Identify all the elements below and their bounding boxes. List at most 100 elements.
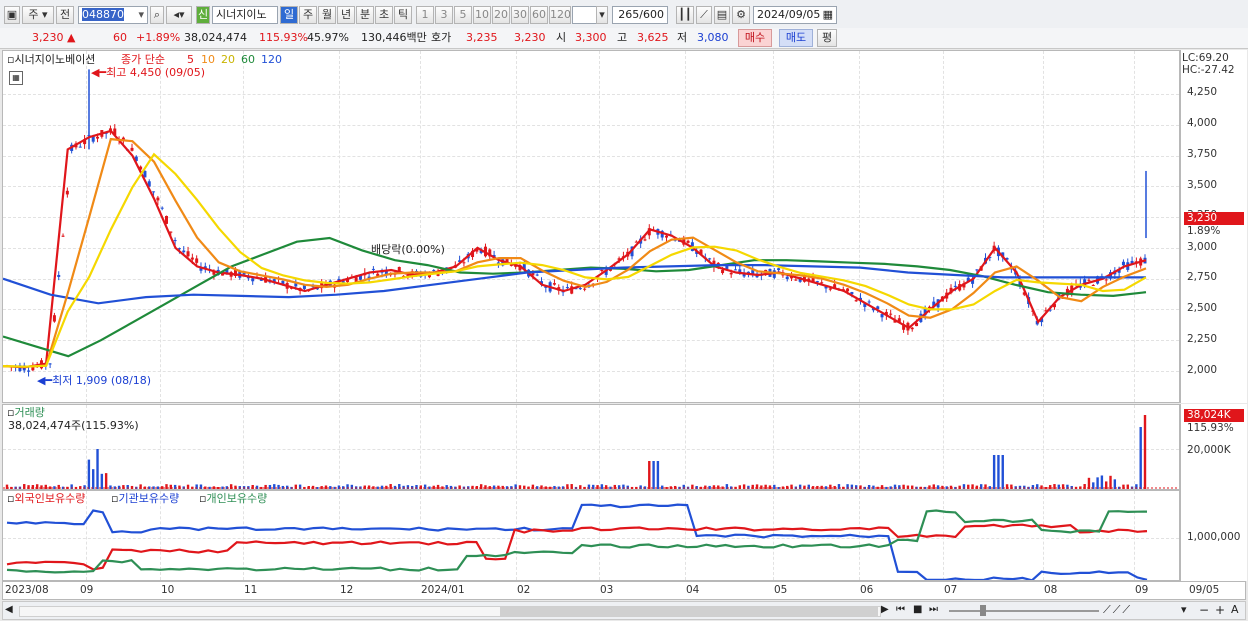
candle-body bbox=[432, 270, 436, 272]
settings-gear-icon[interactable]: ⚙ bbox=[732, 6, 750, 24]
xtick-05: 05 bbox=[774, 584, 788, 596]
ma-legend-10: 10 bbox=[201, 53, 215, 66]
volume-bar bbox=[449, 485, 453, 489]
open-price: 3,300 bbox=[575, 31, 607, 44]
xtick-09b: 09 bbox=[1135, 584, 1149, 596]
turnover-percent: 45.97% bbox=[307, 31, 349, 44]
volume-last-pct: 115.93% bbox=[1187, 422, 1234, 434]
candle-body bbox=[31, 367, 35, 371]
volume-bar bbox=[402, 485, 405, 489]
xtick-12: 12 bbox=[340, 584, 354, 596]
scroll-left-icon[interactable]: ◀ bbox=[5, 604, 13, 615]
minute-10[interactable]: 10 bbox=[473, 6, 491, 24]
sell-button[interactable]: 매도 bbox=[779, 29, 813, 47]
volume-bar bbox=[1001, 455, 1004, 489]
legend-individual: ▫개인보유수량 bbox=[199, 492, 268, 505]
period-second[interactable]: 초 bbox=[375, 6, 393, 24]
stock-code-value: 048870 bbox=[82, 8, 124, 21]
candle-body bbox=[820, 282, 824, 284]
ma-legend-60: 60 bbox=[241, 53, 255, 66]
volume-bar bbox=[96, 449, 99, 489]
ma-line-60 bbox=[3, 236, 1147, 358]
period-minute[interactable]: 분 bbox=[356, 6, 374, 24]
volume-last-tag: 38,024K bbox=[1184, 409, 1244, 422]
xtick-09: 09 bbox=[80, 584, 94, 596]
volume-bar bbox=[432, 485, 435, 489]
candle-body bbox=[889, 313, 893, 315]
zoom-out-icon[interactable]: ▾ bbox=[1181, 603, 1187, 616]
high-label: 고 bbox=[617, 31, 628, 44]
minute-20[interactable]: 20 bbox=[492, 6, 510, 24]
window-menu-icon[interactable]: ▣ bbox=[4, 6, 20, 24]
mode-button[interactable]: 전 bbox=[56, 6, 74, 24]
fast-forward-icon[interactable]: ⏭ bbox=[929, 604, 938, 615]
stop-icon[interactable]: ■ bbox=[913, 604, 922, 615]
evaluate-button[interactable]: 평 bbox=[817, 29, 837, 47]
bottom-controls: ◀ ▶ ⏮ ■ ⏭ ⟋⟋⟋ ▾ − + A bbox=[2, 601, 1246, 620]
volume-bar bbox=[1044, 486, 1048, 489]
scroll-right-icon[interactable]: ▶ bbox=[881, 604, 889, 615]
volume-bar bbox=[100, 473, 104, 489]
holdings-chart-area[interactable]: ▫외국인보유수량 ▫기관보유수량 ▫개인보유수량 bbox=[2, 490, 1180, 581]
period-year[interactable]: 년 bbox=[337, 6, 355, 24]
stock-name-field: 시너지이노 bbox=[212, 6, 278, 24]
candle-body bbox=[1087, 279, 1091, 281]
zoom-slider[interactable] bbox=[949, 610, 1099, 612]
period-week[interactable]: 주 bbox=[299, 6, 317, 24]
minute-3[interactable]: 3 bbox=[435, 6, 453, 24]
volume-chart-area[interactable]: ▫거래량 38,024,474주(115.93%) bbox=[2, 404, 1180, 490]
holdings-line-individual bbox=[6, 509, 1148, 574]
plus-icon[interactable]: + bbox=[1215, 603, 1225, 617]
volume-bar bbox=[1109, 475, 1112, 489]
period-month[interactable]: 월 bbox=[318, 6, 336, 24]
holdings-ytick: 1,000,000 bbox=[1187, 531, 1241, 543]
rewind-icon[interactable]: ⏮ bbox=[896, 604, 905, 615]
candle-body bbox=[61, 235, 65, 237]
sound-icon[interactable]: ◂▾ bbox=[166, 6, 192, 24]
chart-tools-icons[interactable]: ⟋⟋⟋ bbox=[1103, 603, 1132, 617]
candle-body bbox=[57, 274, 61, 277]
buy-button[interactable]: 매수 bbox=[738, 29, 772, 47]
period-day[interactable]: 일 bbox=[280, 6, 298, 24]
candle-body bbox=[1091, 285, 1095, 287]
interval-dropdown-icon[interactable]: ▾ bbox=[596, 6, 608, 24]
legend-foreign: ▫외국인보유수량 bbox=[7, 492, 86, 505]
candle-body bbox=[846, 288, 850, 292]
volume-bar bbox=[936, 485, 940, 489]
volume-bar bbox=[997, 455, 1000, 489]
minute-30[interactable]: 30 bbox=[511, 6, 529, 24]
draw-tool-icon[interactable]: ⟋ bbox=[696, 6, 712, 24]
volume-value: 38,024,474주(115.93%) bbox=[8, 419, 139, 432]
scrollbar-thumb[interactable] bbox=[500, 607, 878, 616]
minute-5[interactable]: 5 bbox=[454, 6, 472, 24]
save-icon[interactable]: ▤ bbox=[714, 6, 730, 24]
period-tick[interactable]: 틱 bbox=[394, 6, 412, 24]
price-chart-area[interactable]: ▫시너지이노베이션 종가 단순 5 10 20 60 120 ▦ ◀━최고 4,… bbox=[2, 50, 1180, 403]
market-select[interactable]: 주 ▾ bbox=[22, 6, 54, 24]
display-count-field[interactable]: 265/600 bbox=[612, 6, 668, 24]
minute-120[interactable]: 120 bbox=[549, 6, 571, 24]
volume-bar bbox=[673, 485, 677, 489]
time-axis: 2023/08 09 10 11 12 2024/01 02 03 04 05 … bbox=[2, 581, 1246, 600]
xtick-06: 06 bbox=[860, 584, 874, 596]
calendar-grid-icon[interactable]: ▦ bbox=[9, 71, 23, 85]
chart-type-icon[interactable]: ┃┃ bbox=[676, 6, 694, 24]
minus-icon[interactable]: − bbox=[1199, 603, 1209, 617]
volume-bar bbox=[410, 485, 414, 489]
minute-1[interactable]: 1 bbox=[416, 6, 434, 24]
zoom-slider-handle[interactable] bbox=[980, 605, 986, 616]
display-count-value: 265 bbox=[618, 8, 640, 21]
search-icon[interactable]: ⌕ bbox=[150, 6, 164, 24]
volume-ytick: 20,000K bbox=[1187, 444, 1231, 456]
high-annotation: ◀━최고 4,450 (09/05) bbox=[91, 66, 206, 79]
minute-60[interactable]: 60 bbox=[530, 6, 548, 24]
xtick-08: 08 bbox=[1044, 584, 1058, 596]
candle-body bbox=[867, 301, 871, 303]
market-select-value: 주 bbox=[28, 8, 39, 21]
xtick-02: 02 bbox=[517, 584, 531, 596]
stock-code-field[interactable]: 048870 ▾ bbox=[78, 6, 148, 24]
font-size-icon[interactable]: A bbox=[1231, 603, 1239, 616]
date-field[interactable]: 2024/09/05 ▦ bbox=[753, 6, 837, 24]
xtick-2023-08: 2023/08 bbox=[5, 584, 49, 596]
horizontal-scrollbar[interactable] bbox=[19, 606, 881, 617]
